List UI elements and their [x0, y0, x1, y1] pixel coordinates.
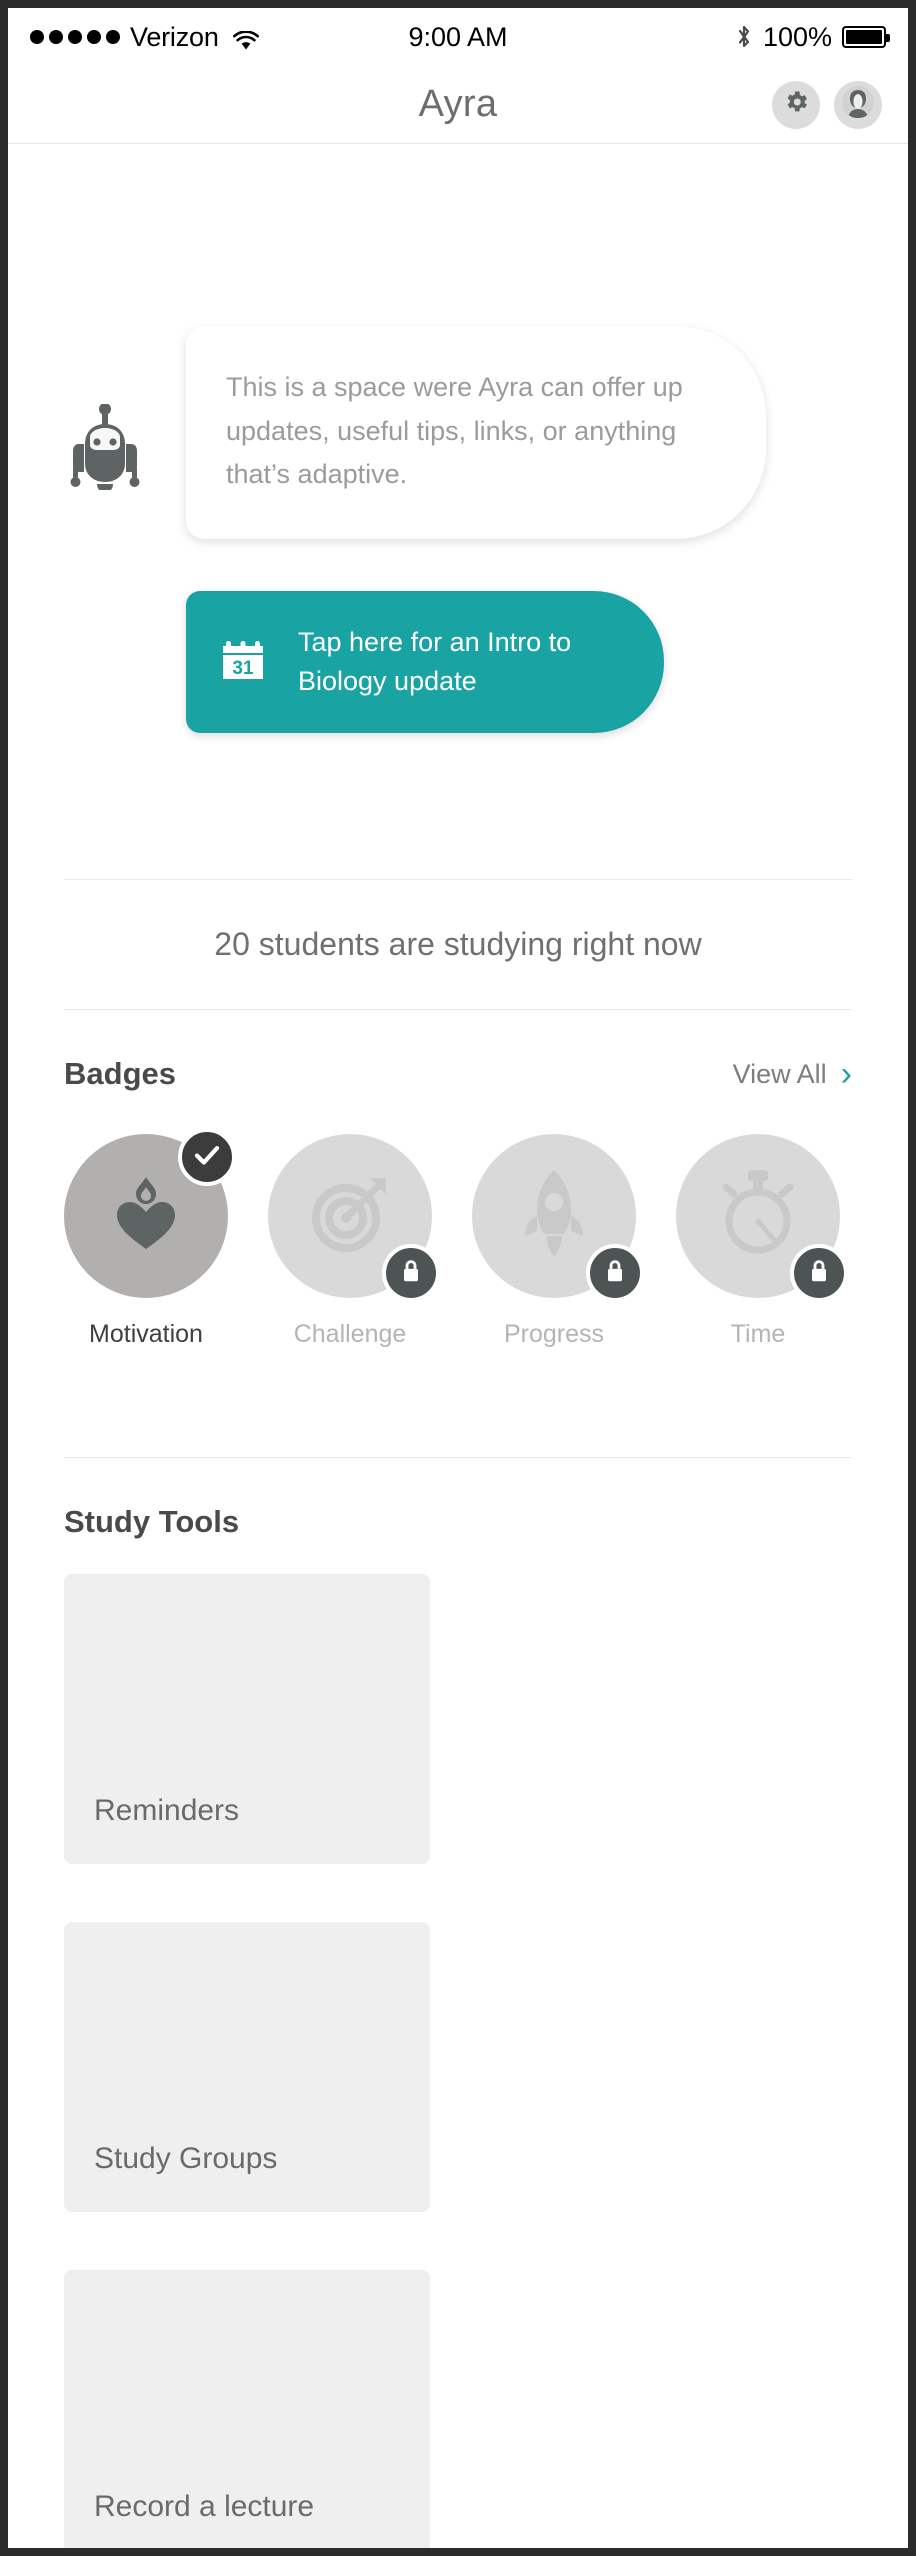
tool-card-study-groups[interactable]: Study Groups	[64, 1922, 430, 2213]
badge-label: Motivation	[89, 1320, 203, 1349]
badge-unlocked-status	[178, 1128, 236, 1187]
badge-locked-status	[586, 1244, 644, 1303]
badge-disc	[676, 1134, 848, 1303]
assistant-block: This is a space were Ayra can offer up u…	[8, 144, 908, 734]
robot-icon	[66, 403, 144, 495]
stopwatch-icon	[712, 1166, 804, 1267]
gear-icon	[782, 88, 810, 121]
bluetooth-icon	[735, 24, 753, 50]
lock-icon	[398, 1257, 424, 1290]
badge-disc	[268, 1134, 440, 1303]
view-all-badges-button[interactable]: View All ›	[733, 1057, 852, 1091]
settings-button[interactable]	[772, 80, 820, 129]
tool-label: Record a lecture	[94, 2490, 315, 2524]
badge-label: Challenge	[293, 1320, 407, 1349]
check-icon	[192, 1140, 222, 1175]
studying-now-label: 20 students are studying right now	[214, 926, 702, 963]
badge-label: Progress	[503, 1320, 605, 1349]
intro-biology-cta-button[interactable]: 31 Tap here for an Intro to Biology upda…	[186, 591, 664, 734]
badge-motivation[interactable]: Motivation	[64, 1128, 236, 1349]
svg-text:31: 31	[232, 658, 254, 679]
study-tools-section-header: Study Tools	[8, 1458, 908, 1540]
cta-label: Tap here for an Intro to Biology update	[298, 627, 572, 697]
study-tools-grid: Reminders Study Groups Record a lecture …	[8, 1540, 908, 2548]
calendar-31-icon: 31	[220, 637, 266, 688]
header-actions	[772, 80, 908, 129]
tool-card-reminders[interactable]: Reminders	[64, 1574, 430, 1865]
flaming-heart-icon	[105, 1171, 187, 1262]
battery-full-icon	[842, 26, 890, 48]
badge-disc	[64, 1128, 236, 1299]
badge-disc	[472, 1134, 644, 1303]
tool-card-record-a-lecture[interactable]: Record a lecture	[64, 2270, 430, 2548]
study-tools-title: Study Tools	[64, 1504, 240, 1540]
badge-locked-status	[790, 1244, 848, 1303]
status-bar: Verizon 9:00 AM 100%	[8, 8, 908, 66]
view-all-label: View All	[732, 1058, 827, 1089]
target-arrow-icon	[304, 1168, 396, 1265]
tool-label: Study Groups	[94, 2142, 278, 2176]
assistant-column: This is a space were Ayra can offer up u…	[186, 326, 766, 734]
badges-title: Badges	[64, 1056, 176, 1092]
chevron-right-icon: ›	[840, 1055, 852, 1094]
badge-label: Time	[730, 1320, 786, 1349]
avatar-icon	[841, 85, 875, 124]
assistant-message-text: This is a space were Ayra can offer up u…	[226, 372, 683, 490]
badge-progress[interactable]: Progress	[472, 1134, 644, 1349]
badge-locked-status	[382, 1244, 440, 1303]
badge-time[interactable]: Time	[676, 1134, 848, 1349]
rocket-icon	[511, 1166, 597, 1267]
lock-icon	[602, 1257, 628, 1290]
phone-screen: Verizon 9:00 AM 100% Ayra This is a spac…	[8, 8, 908, 2548]
profile-button[interactable]	[834, 80, 882, 129]
badges-section-header: Badges View All ›	[8, 1010, 908, 1092]
main-content: This is a space were Ayra can offer up u…	[8, 144, 908, 2548]
badges-list: Motivation Challenge Progress Time	[8, 1092, 908, 1349]
app-header: Ayra	[8, 66, 908, 144]
assistant-message-bubble: This is a space were Ayra can offer up u…	[186, 326, 766, 540]
battery-percent-label: 100%	[762, 21, 832, 52]
lock-icon	[806, 1257, 832, 1290]
tool-label: Reminders	[94, 1794, 240, 1828]
status-bar-right: 100%	[735, 21, 890, 53]
badge-challenge[interactable]: Challenge	[268, 1134, 440, 1349]
